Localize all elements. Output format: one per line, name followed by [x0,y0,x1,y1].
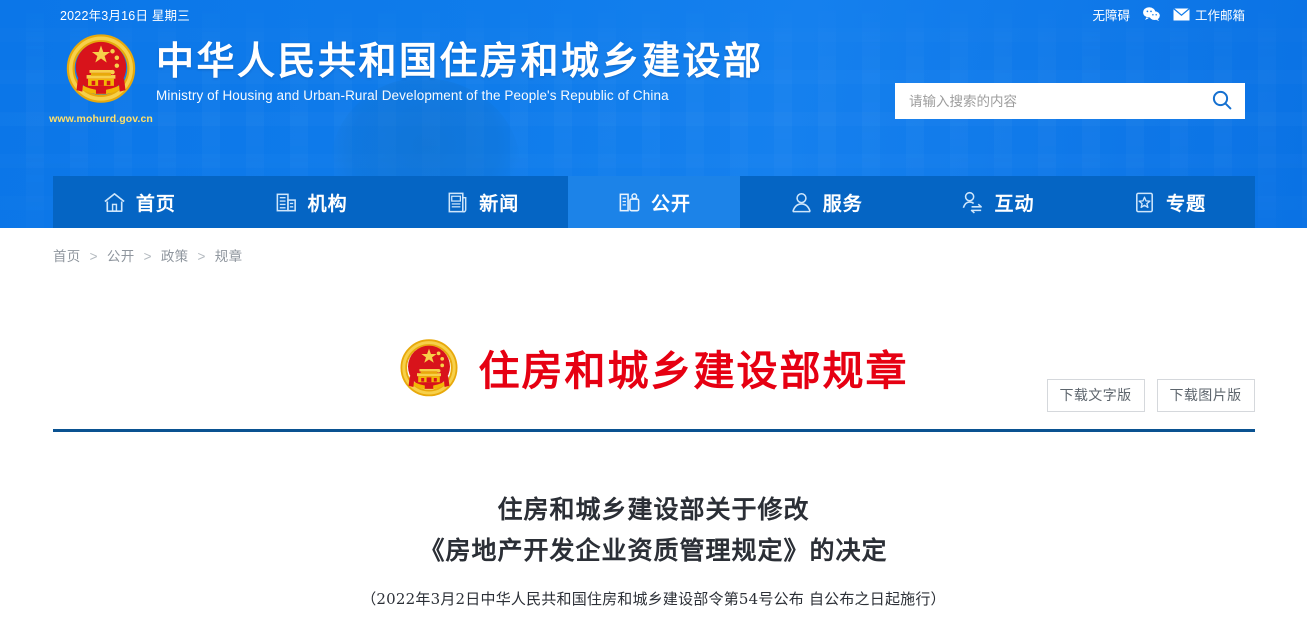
nav-item-disclosure[interactable]: 公开 [568,176,740,228]
mail-icon [1173,7,1190,21]
home-icon [102,190,127,215]
work-mail-link[interactable]: 工作邮箱 [1173,5,1245,24]
breadcrumb-item-policy[interactable]: 政策 [161,249,189,264]
breadcrumb-item-home[interactable]: 首页 [53,249,81,264]
main-nav: 首页 机构 新闻 公开 服务 互动 专题 [53,176,1255,228]
documents-icon [617,190,642,215]
nav-item-home[interactable]: 首页 [53,176,225,228]
search-icon [1211,89,1233,114]
nav-label: 公开 [651,192,692,215]
nav-label: 服务 [822,192,863,215]
work-mail-label: 工作邮箱 [1194,8,1245,23]
nav-item-topics[interactable]: 专题 [1083,176,1255,228]
site-title-cn: 中华人民共和国住房和城乡建设部 [156,39,764,83]
top-utility-bar: 2022年3月16日 星期三 无障碍 工作邮箱 [0,0,1307,28]
nav-item-interaction[interactable]: 互动 [912,176,1084,228]
page-title: 住房和城乡建设部关于修改 《房地产开发企业资质管理规定》的决定 [53,490,1255,571]
wechat-icon [1143,7,1160,21]
interaction-icon [960,190,985,215]
document-banner-title: 住房和城乡建设部规章 [478,347,909,395]
nav-item-organization[interactable]: 机构 [225,176,397,228]
breadcrumb: 首页 > 公开 > 政策 > 规章 [0,228,1307,265]
search-button[interactable] [1199,83,1245,119]
breadcrumb-item-regulations[interactable]: 规章 [215,249,243,264]
newspaper-icon [445,190,470,215]
emblem-wrap: www.mohurd.gov.cn [49,34,153,125]
nav-label: 机构 [307,192,348,215]
download-image-version-button[interactable]: 下载图片版 [1156,379,1255,413]
current-date: 2022年3月16日 星期三 [60,8,190,23]
document-subtitle: （2022年3月2日中华人民共和国住房和城乡建设部令第54号公布 自公布之日起施… [361,589,946,608]
section-divider [52,429,1255,432]
site-url: www.mohurd.gov.cn [49,113,153,125]
site-header: 2022年3月16日 星期三 无障碍 工作邮箱 www.mohurd.gov.c… [0,0,1307,228]
wechat-link[interactable] [1143,7,1160,21]
search-box [895,83,1245,119]
accessibility-label: 无障碍 [1092,8,1130,23]
page-title-line-1: 住房和城乡建设部关于修改 [497,495,810,524]
breadcrumb-separator: > [143,249,152,264]
national-emblem-icon [65,34,137,111]
page-title-line-2: 《房地产开发企业资质管理规定》的决定 [419,535,888,565]
star-card-icon [1132,190,1157,215]
nav-label: 专题 [1166,192,1207,215]
site-title-en: Ministry of Housing and Urban-Rural Deve… [156,87,669,103]
breadcrumb-separator: > [197,249,206,264]
search-input[interactable] [895,83,1199,119]
nav-label: 互动 [994,192,1035,215]
nav-item-news[interactable]: 新闻 [396,176,568,228]
user-service-icon [789,190,814,215]
building-icon [274,190,299,215]
breadcrumb-item-disclosure[interactable]: 公开 [107,249,135,264]
breadcrumb-separator: > [89,249,98,264]
download-buttons: 下载文字版 下载图片版 [1046,379,1255,413]
nav-label: 新闻 [479,192,520,215]
nav-label: 首页 [135,192,176,215]
nav-item-service[interactable]: 服务 [740,176,912,228]
top-utility-links: 无障碍 工作邮箱 [1092,5,1245,24]
national-emblem-icon [399,339,459,404]
article-container: 住房和城乡建设部规章 下载文字版 下载图片版 住房和城乡建设部关于修改 《房地产… [52,265,1255,609]
brand-text: 中华人民共和国住房和城乡建设部 Ministry of Housing and … [156,40,764,103]
accessibility-link[interactable]: 无障碍 [1092,5,1130,24]
download-text-version-button[interactable]: 下载文字版 [1046,379,1145,413]
